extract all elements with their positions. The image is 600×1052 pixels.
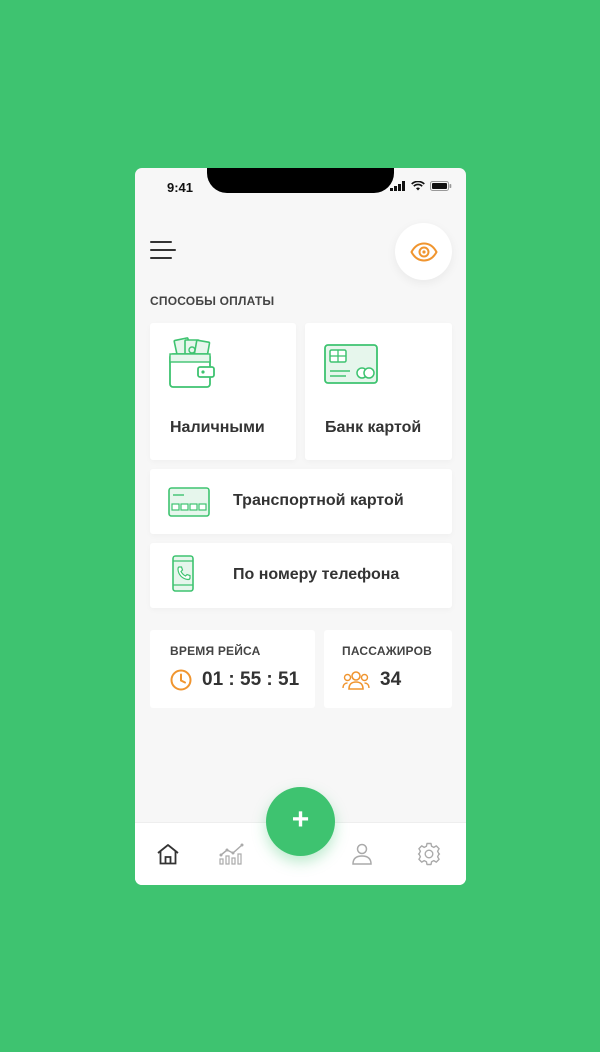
transport-card-icon bbox=[168, 487, 210, 517]
menu-line bbox=[150, 241, 172, 243]
tab-settings[interactable] bbox=[415, 840, 443, 868]
payment-phone-label: По номеру телефона bbox=[233, 566, 400, 583]
payment-cash-card[interactable]: Наличными bbox=[150, 323, 296, 460]
tab-profile[interactable] bbox=[348, 840, 376, 868]
tab-home[interactable] bbox=[154, 840, 182, 868]
payment-cash-label: Наличными bbox=[170, 419, 265, 436]
menu-line bbox=[150, 257, 172, 259]
payment-phone-card[interactable]: По номеру телефона bbox=[150, 543, 452, 608]
bank-card-icon bbox=[324, 344, 378, 384]
trip-time-card: ВРЕМЯ РЕЙСА 01 : 55 : 51 bbox=[150, 630, 315, 708]
clock-icon bbox=[170, 669, 192, 691]
passengers-label: ПАССАЖИРОВ bbox=[342, 644, 433, 658]
users-icon bbox=[342, 671, 370, 690]
visibility-button[interactable] bbox=[395, 223, 452, 280]
payment-transport-label: Транспортной картой bbox=[233, 492, 404, 509]
section-title: СПОСОБЫ ОПЛАТЫ bbox=[150, 294, 275, 308]
passengers-value: 34 bbox=[380, 669, 402, 690]
stats-icon bbox=[219, 843, 244, 865]
signal-icon bbox=[390, 181, 405, 191]
payment-bank-label: Банк картой bbox=[325, 419, 422, 436]
payment-bank-card[interactable]: Банк картой bbox=[305, 323, 452, 460]
eye-icon bbox=[409, 241, 438, 262]
notch bbox=[207, 168, 394, 193]
wifi-icon bbox=[411, 181, 425, 191]
menu-button[interactable] bbox=[150, 241, 178, 261]
status-icons bbox=[390, 181, 452, 191]
profile-icon bbox=[352, 843, 372, 865]
settings-icon bbox=[417, 842, 441, 866]
phone-icon bbox=[172, 555, 194, 592]
status-time: 9:41 bbox=[167, 180, 194, 195]
plus-icon: + bbox=[291, 803, 310, 836]
battery-icon bbox=[430, 181, 452, 191]
trip-time-label: ВРЕМЯ РЕЙСА bbox=[170, 644, 261, 658]
trip-time-value: 01 : 55 : 51 bbox=[202, 669, 300, 690]
payment-transport-card[interactable]: Транспортной картой bbox=[150, 469, 452, 534]
menu-line bbox=[150, 249, 176, 251]
tab-stats[interactable] bbox=[218, 840, 246, 868]
add-button[interactable]: + bbox=[266, 787, 335, 856]
phone-screen: 9:41 СПОСОБЫ ОПЛАТЫ Наличными Банк карто… bbox=[135, 168, 466, 885]
wallet-icon bbox=[169, 337, 215, 388]
passengers-card: ПАССАЖИРОВ 34 bbox=[324, 630, 452, 708]
home-icon bbox=[157, 844, 179, 865]
